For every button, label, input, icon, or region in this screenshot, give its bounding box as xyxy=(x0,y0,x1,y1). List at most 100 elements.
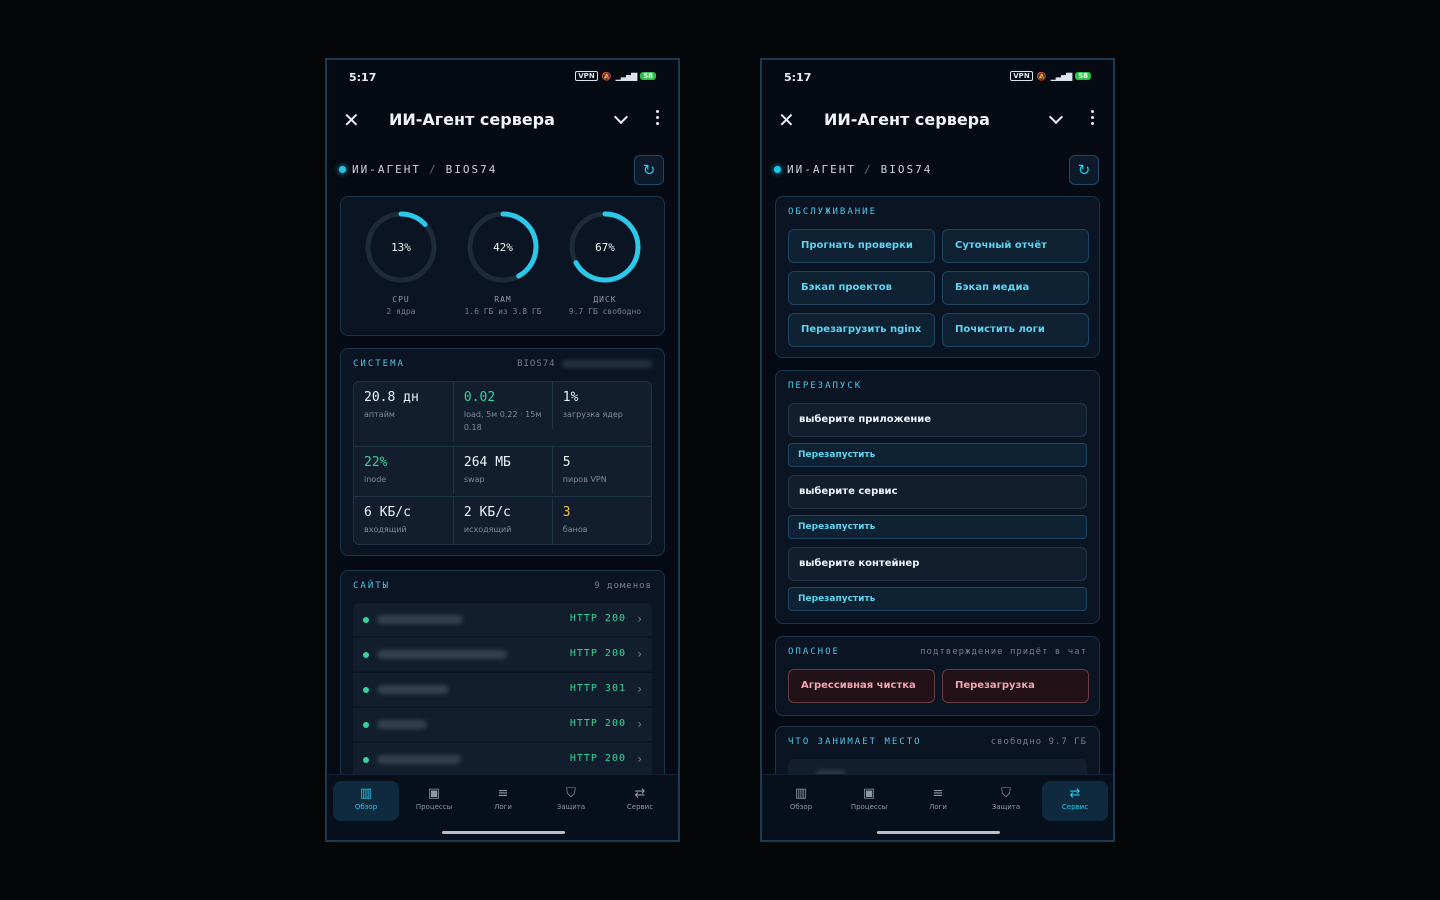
section-title: ПЕРЕЗАПУСК xyxy=(788,381,863,391)
backup-media-button[interactable]: Бэкап медиа xyxy=(942,271,1089,305)
free-space: свободно 9.7 ГБ xyxy=(990,737,1087,747)
maintenance-card: ОБСЛУЖИВАНИЕ Прогнать проверки Суточный … xyxy=(775,196,1100,358)
app-title: ИИ-Агент сервера xyxy=(389,110,555,129)
shield-icon: ⛉ xyxy=(566,786,576,801)
lines-icon: ≡ xyxy=(932,786,944,801)
svg-text:67%: 67% xyxy=(595,241,615,254)
tab-service[interactable]: ⇄ Сервис xyxy=(607,781,673,821)
chevron-down-icon[interactable] xyxy=(1048,109,1064,125)
chevron-right-icon: › xyxy=(637,612,642,626)
restart-service-button[interactable]: Перезапустить xyxy=(788,515,1087,539)
phone-overview: 5:17 VPN 🔕 ▁▃▅▇ 58 ✕ ИИ-Агент сервера ИИ… xyxy=(325,58,680,842)
metric-uptime: 20.8 дн аптайм xyxy=(364,390,419,419)
chevron-right-icon: › xyxy=(637,647,642,661)
refresh-icon: ↻ xyxy=(1077,161,1091,179)
metric-bans: 3 банов xyxy=(551,496,651,544)
refresh-button[interactable]: ↻ xyxy=(1069,155,1099,185)
chart-icon: ▥ xyxy=(794,786,808,801)
chevron-right-icon: › xyxy=(637,682,642,696)
cpu-icon: ▣ xyxy=(427,786,441,801)
tab-logs[interactable]: ≡ Логи xyxy=(470,781,536,821)
metric-inode: 22% inode xyxy=(354,446,453,494)
close-icon[interactable]: ✕ xyxy=(778,108,795,132)
reload-nginx-button[interactable]: Перезагрузить nginx xyxy=(788,313,935,347)
status-bar: 5:17 VPN 🔕 ▁▃▅▇ 58 xyxy=(327,68,678,88)
chart-icon: ▥ xyxy=(359,786,373,801)
svg-text:13%: 13% xyxy=(391,241,411,254)
battery-badge: 58 xyxy=(1075,72,1091,80)
restart-container-button[interactable]: Перезапустить xyxy=(788,587,1087,611)
section-title: СИСТЕМА xyxy=(353,359,405,369)
status-dot xyxy=(363,687,369,693)
domain-redacted xyxy=(377,755,461,764)
danger-note: подтверждение придёт в чат xyxy=(920,647,1087,657)
site-row[interactable]: HTTP 200 › xyxy=(353,603,652,637)
clock: 5:17 xyxy=(784,71,812,84)
site-row[interactable]: HTTP 200 › xyxy=(353,743,652,777)
metric-vpn-peers: 5 пиров VPN xyxy=(551,446,651,494)
status-dot xyxy=(363,617,369,623)
site-row[interactable]: HTTP 200 › xyxy=(353,638,652,672)
service-select[interactable]: выберите сервис xyxy=(788,475,1087,509)
section-title: ОБСЛУЖИВАНИЕ xyxy=(788,207,878,217)
ram-ring: 42% xyxy=(467,211,539,283)
gauge-cpu: 13% CPU 2 ядра xyxy=(351,209,451,316)
tab-processes[interactable]: ▣ Процессы xyxy=(836,781,902,821)
status-dot xyxy=(363,757,369,763)
cpu-icon: ▣ xyxy=(862,786,876,801)
bottom-nav: ▥ Обзор ▣ Процессы ≡ Логи ⛉ Защита ⇄ Сервис xyxy=(327,774,678,840)
container-select[interactable]: выберите контейнер xyxy=(788,547,1087,581)
clean-logs-button[interactable]: Почистить логи xyxy=(942,313,1089,347)
tab-processes[interactable]: ▣ Процессы xyxy=(401,781,467,821)
sliders-icon: ⇄ xyxy=(634,786,646,801)
tab-service[interactable]: ⇄ Сервис xyxy=(1042,781,1108,821)
more-icon[interactable] xyxy=(1091,110,1095,128)
tab-security[interactable]: ⛉ Защита xyxy=(538,781,604,821)
domain-redacted xyxy=(377,650,507,659)
more-icon[interactable] xyxy=(656,110,660,128)
sliders-icon: ⇄ xyxy=(1069,786,1081,801)
cpu-ring: 13% xyxy=(365,211,437,283)
vpn-badge: VPN xyxy=(1010,71,1033,81)
breadcrumb: ИИ-АГЕНТ / BIOS74 xyxy=(339,163,497,176)
site-row[interactable]: HTTP 200 › xyxy=(353,708,652,742)
chevron-down-icon[interactable] xyxy=(613,109,629,125)
gauge-ram: 42% RAM 1.6 ГБ из 3.8 ГБ xyxy=(453,209,553,316)
home-indicator xyxy=(877,831,1000,834)
backup-projects-button[interactable]: Бэкап проектов xyxy=(788,271,935,305)
refresh-button[interactable]: ↻ xyxy=(634,155,664,185)
clock: 5:17 xyxy=(349,71,377,84)
tab-overview[interactable]: ▥ Обзор xyxy=(333,781,399,821)
signal-icon: ▁▃▅▇ xyxy=(615,71,638,81)
status-bar: 5:17 VPN 🔕 ▁▃▅▇ 58 xyxy=(762,68,1113,88)
domain-redacted xyxy=(377,685,449,694)
status-dot xyxy=(363,652,369,658)
close-icon[interactable]: ✕ xyxy=(343,108,360,132)
status-dot xyxy=(774,166,781,173)
tab-security[interactable]: ⛉ Защита xyxy=(973,781,1039,821)
metric-core-load: 1% загрузка ядер xyxy=(551,382,651,429)
restart-card: ПЕРЕЗАПУСК выберите приложение Перезапус… xyxy=(775,370,1100,624)
app-select[interactable]: выберите приложение xyxy=(788,403,1087,437)
site-row[interactable]: HTTP 301 › xyxy=(353,673,652,707)
aggressive-clean-button[interactable]: Агрессивная чистка xyxy=(788,669,935,703)
reboot-button[interactable]: Перезагрузка xyxy=(942,669,1089,703)
mute-icon: 🔕 xyxy=(1036,71,1047,81)
status-dot xyxy=(363,722,369,728)
domain-redacted xyxy=(377,615,463,624)
daily-report-button[interactable]: Суточный отчёт xyxy=(942,229,1089,263)
chevron-right-icon: › xyxy=(637,717,642,731)
host-label: BIOS74 xyxy=(517,359,652,369)
home-indicator xyxy=(442,831,565,834)
refresh-icon: ↻ xyxy=(642,161,656,179)
tab-overview[interactable]: ▥ Обзор xyxy=(768,781,834,821)
domains-count: 9 доменов xyxy=(594,581,652,591)
restart-app-button[interactable]: Перезапустить xyxy=(788,443,1087,467)
tab-logs[interactable]: ≡ Логи xyxy=(905,781,971,821)
status-dot xyxy=(339,166,346,173)
section-title: ОПАСНОЕ xyxy=(788,647,840,657)
run-checks-button[interactable]: Прогнать проверки xyxy=(788,229,935,263)
sites-card: САЙТЫ 9 доменов HTTP 200 › HTTP 200 › HTTP… xyxy=(340,570,665,800)
lines-icon: ≡ xyxy=(497,786,509,801)
vpn-badge: VPN xyxy=(575,71,598,81)
